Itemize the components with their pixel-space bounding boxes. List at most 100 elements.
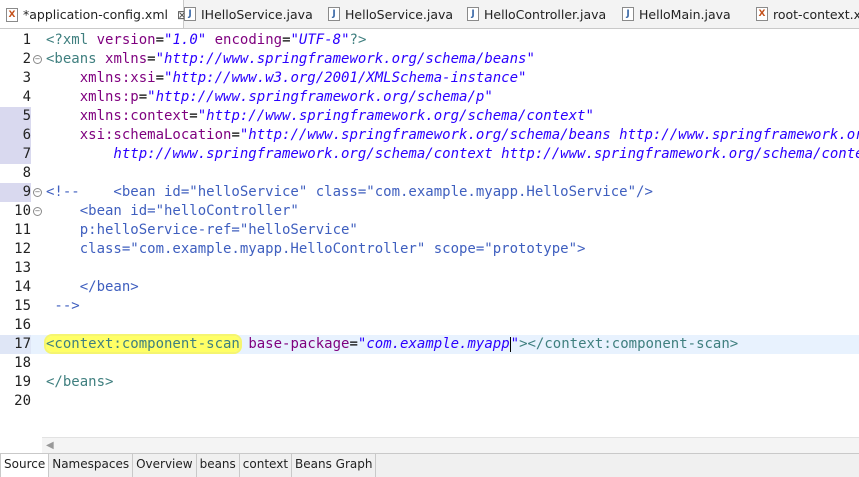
code-token: xmlns:xsi [79,70,156,86]
editor-tab-3[interactable]: HelloController.java [461,0,618,28]
page-tab-context[interactable]: context [239,454,293,477]
code-line[interactable]: 8 [0,164,859,183]
page-tab-beans[interactable]: beans [196,454,240,477]
code-token: "http://www.w3.org/2001/XMLSchema-instan… [164,70,527,86]
code-line[interactable]: 18 [0,354,859,373]
code-text: <beans xmlns="http://www.springframework… [46,50,535,69]
line-number: 2 [22,51,31,67]
code-text: <?xml version="1.0" encoding="UTF-8"?> [46,31,366,50]
line-number: 14 [14,279,31,295]
line-number: 5 [0,107,31,126]
code-line[interactable]: 13 [0,259,859,278]
code-text: xsi:schemaLocation="http://www.springfra… [46,126,859,145]
page-tab-namespaces[interactable]: Namespaces [49,454,134,477]
code-line[interactable]: 3 xmlns:xsi="http://www.w3.org/2001/XMLS… [0,69,859,88]
code-text: --> [46,297,80,316]
code-text: xmlns:xsi="http://www.w3.org/2001/XMLSch… [46,69,527,88]
code-token: = [282,32,291,48]
code-token: ?> [349,32,367,48]
code-line[interactable]: 7 http://www.springframework.org/schema/… [0,145,859,164]
page-tab-source[interactable]: Source [0,454,50,477]
code-line[interactable]: 16 [0,316,859,335]
code-line[interactable]: 1 <?xml version="1.0" encoding="UTF-8"?> [0,31,859,50]
page-tab-overview[interactable]: Overview [133,454,197,477]
xml-file-icon [6,7,18,22]
code-line[interactable]: 19 </beans> [0,373,859,392]
editor-tab-2[interactable]: HelloService.java [322,0,463,28]
code-token: "1.0" [164,32,207,48]
line-number: 1 [22,32,31,48]
xml-file-icon [756,7,768,21]
code-token: <!-- <bean id="helloService" class="com.… [46,184,653,200]
code-line[interactable]: 10 <bean id="helloController" [0,202,859,221]
fold-toggle-icon[interactable]: − [33,188,42,197]
code-text: class="com.example.myapp.HelloController… [46,240,586,259]
code-token: = [349,336,358,352]
code-token: p:helloService-ref="helloService" [46,222,358,238]
horizontal-scrollbar[interactable]: ◀ [42,437,859,453]
editor-tab-bar: *application-config.xml⊠ IHelloService.ja… [0,0,859,29]
page-tab-beans-graph[interactable]: Beans Graph [292,454,377,477]
code-line[interactable]: 12 class="com.example.myapp.HelloControl… [0,240,859,259]
editor-tab-label: IHelloService.java [201,6,313,22]
code-token: http://www.springframework.org/schema/co… [113,146,859,162]
code-line[interactable]: 17 <context:component-scan base-package="… [0,335,859,354]
line-number: 20 [14,393,31,409]
java-file-icon [184,7,196,21]
code-token: xmlns:p [79,89,139,105]
editor-tab-0[interactable]: *application-config.xml⊠ [0,0,187,28]
line-number: 4 [22,89,31,105]
java-file-icon [328,7,340,21]
line-number: 11 [14,222,31,238]
fold-toggle-icon[interactable]: − [33,55,42,64]
editor-tab-label: root-context.xml [773,6,859,22]
code-token: = [189,108,198,124]
code-line[interactable]: 14 </bean> [0,278,859,297]
code-text: <bean id="helloController" [46,202,299,221]
editor-tab-4[interactable]: HelloMain.java [616,0,752,28]
code-token: = [155,70,165,86]
code-token: "http://www.springframework.org/schema/b… [155,51,535,67]
code-token: --> [46,298,80,314]
code-line[interactable]: 5 xmlns:context="http://www.springframew… [0,107,859,126]
line-number: 19 [14,374,31,390]
line-number: 15 [14,298,31,314]
editor-tab-5[interactable]: root-context.xml [750,0,859,28]
code-token: ></context:component-scan> [519,336,739,352]
line-number: 7 [0,145,31,164]
code-token: xmlns:context [79,108,190,124]
code-token: "http://www.springframework.org/schema/b… [239,127,859,143]
code-text: <!-- <bean id="helloService" class="com.… [46,183,653,202]
editor-tab-1[interactable]: IHelloService.java [178,0,324,28]
code-line[interactable]: 9 <!-- <bean id="helloService" class="com… [0,183,859,202]
code-token: <bean id="helloController" [46,203,299,219]
code-text: xmlns:p="http://www.springframework.org/… [46,88,493,107]
code-line[interactable]: 20 [0,392,859,411]
code-line[interactable]: 15 --> [0,297,859,316]
fold-toggle-icon[interactable]: − [33,207,42,216]
code-line[interactable]: 2 <beans xmlns="http://www.springframewor… [0,50,859,69]
code-text: xmlns:context="http://www.springframewor… [46,107,594,126]
editor-tab-label: HelloMain.java [639,6,731,22]
line-number: 8 [22,165,31,181]
scroll-left-icon[interactable]: ◀ [46,438,54,453]
line-number: 12 [14,241,31,257]
java-file-icon [622,7,634,21]
code-line[interactable]: 4 xmlns:p="http://www.springframework.or… [0,88,859,107]
code-token: "com.example.myapp [357,336,510,352]
line-number: 16 [14,317,31,333]
code-token: "UTF-8" [290,32,350,48]
code-token: = [147,51,156,67]
code-token: encoding [214,32,283,48]
code-token: xmlns [105,51,148,67]
code-text: http://www.springframework.org/schema/co… [46,145,859,164]
code-line[interactable]: 6 xsi:schemaLocation="http://www.springf… [0,126,859,145]
code-line[interactable]: 11 p:helloService-ref="helloService" [0,221,859,240]
code-token: = [138,89,148,105]
code-token: = [231,127,240,143]
line-number: 18 [14,355,31,371]
line-number: 10 [14,203,31,219]
xml-source-editor[interactable]: 1 <?xml version="1.0" encoding="UTF-8"?> 2… [0,29,859,453]
